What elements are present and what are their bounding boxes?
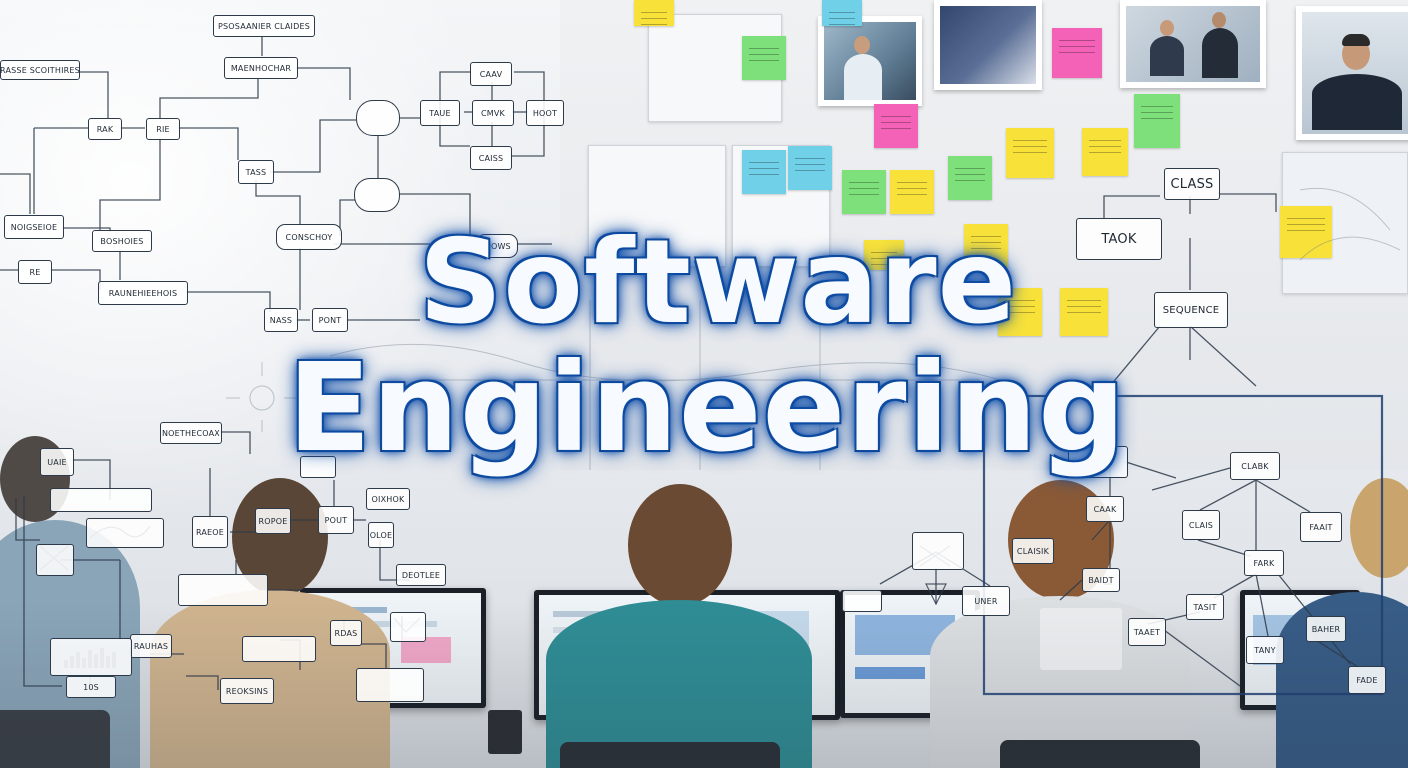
check-node bbox=[390, 612, 426, 642]
diagram-node: POUT bbox=[318, 506, 354, 534]
diagram-node: FAAIT bbox=[1300, 512, 1342, 542]
diagram-node: TANY bbox=[1246, 636, 1284, 664]
diagram-node: CLAISIK bbox=[1012, 538, 1054, 564]
list-node bbox=[356, 100, 400, 136]
diagram-node: PSOSAANIER CLAIDES bbox=[213, 15, 315, 37]
diagram-node: UNER bbox=[962, 586, 1010, 616]
diagram-node: CAAK bbox=[1086, 496, 1124, 522]
diagram-node: OIXHOK bbox=[366, 488, 410, 510]
text-node bbox=[1040, 608, 1122, 670]
diagram-node: FARK bbox=[1244, 550, 1284, 576]
diagram-node: TASS bbox=[238, 160, 274, 184]
main-title: Software Engineering bbox=[0, 215, 1408, 479]
diagram-node: DEOTLEE bbox=[396, 564, 446, 586]
diagram-node: RIE bbox=[146, 118, 180, 140]
diagram-node: CAISS bbox=[470, 146, 512, 170]
cross-node bbox=[36, 544, 74, 576]
diagram-node: TAAET bbox=[1128, 618, 1166, 646]
diagram-node: RAUHAS bbox=[130, 634, 172, 658]
diagram-node: RAEOE bbox=[192, 516, 228, 548]
sketch-node bbox=[86, 518, 164, 548]
diagram-node: OLOE bbox=[368, 522, 394, 548]
text-node bbox=[242, 636, 316, 662]
diagram-node: RASSE SCOITHIRES bbox=[0, 60, 80, 80]
diagram-node: CMVK bbox=[472, 100, 514, 126]
text-node bbox=[178, 574, 268, 606]
diagram-node: ROPOE bbox=[255, 508, 291, 534]
diagram-node: CAAV bbox=[470, 62, 512, 86]
diagram-node: BAHER bbox=[1306, 616, 1346, 642]
diagram-node: BAIDT bbox=[1082, 568, 1120, 592]
box-node bbox=[842, 590, 882, 612]
title-line-1: Software bbox=[418, 215, 1018, 350]
diagram-node: TASIT bbox=[1186, 594, 1224, 620]
diagram-node: MAENHOCHAR bbox=[224, 57, 298, 79]
box-node bbox=[912, 532, 964, 570]
diagram-node: RAK bbox=[88, 118, 122, 140]
list-node bbox=[354, 178, 400, 212]
text-node bbox=[356, 668, 424, 702]
diagram-node: CLASS bbox=[1164, 168, 1220, 200]
diagram-node: CLAIS bbox=[1182, 510, 1220, 540]
diagram-node: HOOT bbox=[526, 100, 564, 126]
diagram-node: RDAS bbox=[330, 620, 362, 646]
diagram-node: FADE bbox=[1348, 666, 1386, 694]
software-engineering-banner: PSOSAANIER CLAIDES MAENHOCHAR RASSE SCOI… bbox=[0, 0, 1408, 768]
diagram-node: REOKSINS bbox=[220, 678, 274, 704]
diagram-node: TAUE bbox=[420, 100, 460, 126]
diagram-node: 10S bbox=[66, 676, 116, 698]
title-line-2: Engineering bbox=[287, 337, 1127, 479]
text-node bbox=[50, 488, 152, 512]
chart-node bbox=[50, 638, 132, 676]
